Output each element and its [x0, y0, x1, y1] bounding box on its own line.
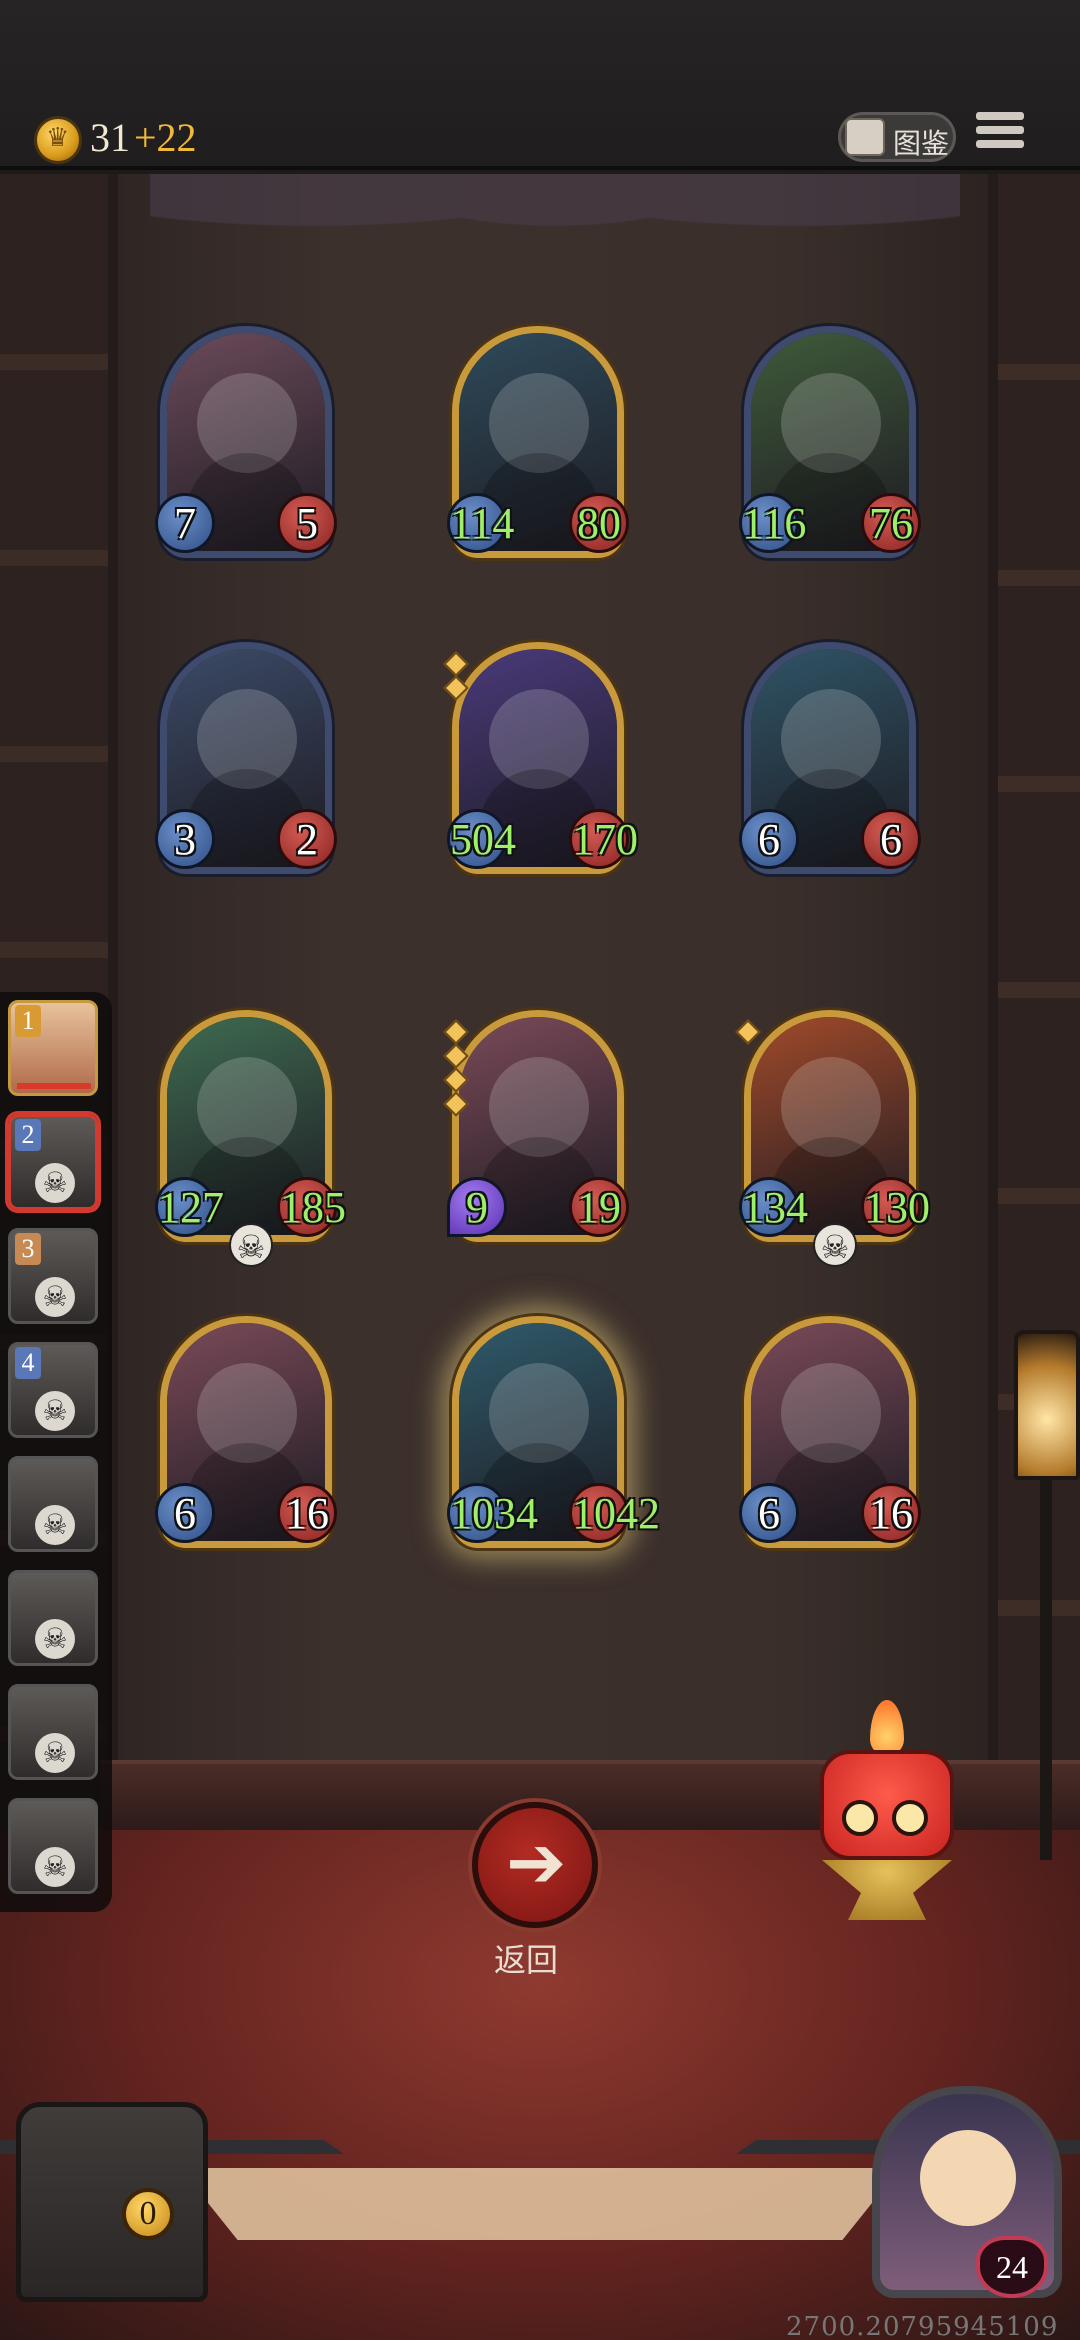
star-icon: [735, 1019, 761, 1045]
hamburger-menu-icon[interactable]: [976, 112, 1024, 160]
skull-icon: ☠: [813, 1223, 857, 1267]
health-stat: 80: [569, 493, 629, 553]
candle-eye-right: [892, 1800, 928, 1836]
attack-stat: 504: [447, 809, 516, 869]
skull-icon: ☠: [35, 1733, 75, 1773]
skull-icon: ☠: [35, 1847, 75, 1887]
arrow-left-icon: ➔: [506, 1820, 567, 1904]
minion-card[interactable]: 6 16: [739, 1316, 921, 1548]
attack-stat: 6: [739, 809, 799, 869]
minion-card[interactable]: 1034 1042: [447, 1316, 660, 1548]
attack-stat: 6: [739, 1483, 799, 1543]
attack-stat: 114: [447, 493, 514, 553]
attack-stat: 1034: [447, 1483, 538, 1543]
health-stat: 19: [569, 1177, 629, 1237]
skull-icon: ☠: [35, 1391, 75, 1431]
lantern: [1010, 1330, 1080, 1870]
history-opponent-item[interactable]: 2 ☠: [8, 1114, 98, 1210]
skull-icon: ☠: [35, 1619, 75, 1659]
lantern-pole: [1040, 1480, 1052, 1860]
gold-income: +22: [134, 115, 197, 160]
history-health-bar: [17, 1083, 91, 1089]
opponent-history-rail: 1 2 ☠ 3 ☠ 4 ☠ ☠ ☠ ☠ ☠: [0, 992, 112, 1912]
history-rank-number: 3: [15, 1233, 41, 1265]
health-stat: 1042: [569, 1483, 660, 1543]
health-stat: 16: [861, 1483, 921, 1543]
wardrobe-arches: [150, 174, 960, 294]
treasure-count: 0: [122, 2188, 174, 2240]
health-stat: 130: [861, 1177, 930, 1237]
star-icon: [443, 1067, 469, 1093]
star-icon: [443, 651, 469, 677]
minion-card[interactable]: 114 80: [447, 326, 629, 558]
history-opponent-item[interactable]: 4 ☠: [8, 1342, 98, 1438]
minion-card[interactable]: 66: [739, 642, 921, 874]
candle-body: [820, 1750, 954, 1860]
health-stat: 6: [861, 809, 921, 869]
attack-stat: 127: [155, 1177, 224, 1237]
minion-card[interactable]: 127 185 ☠: [155, 1010, 346, 1267]
skull-icon: ☠: [229, 1223, 273, 1267]
star-icon: [443, 675, 469, 701]
attack-stat: 7: [155, 493, 215, 553]
star-icon: [443, 1019, 469, 1045]
crown-coin-icon: [34, 116, 82, 164]
skull-icon: ☠: [35, 1277, 75, 1317]
flame: [870, 1700, 904, 1756]
skull-icon: ☠: [35, 1163, 75, 1203]
history-rank-number: 2: [15, 1119, 41, 1151]
history-opponent-item[interactable]: 3 ☠: [8, 1228, 98, 1324]
health-stat: 76: [861, 493, 921, 553]
history-opponent-item[interactable]: ☠: [8, 1798, 98, 1894]
candle-mascot[interactable]: [812, 1700, 962, 1920]
health-stat: 185: [277, 1177, 346, 1237]
history-opponent-item[interactable]: ☠: [8, 1456, 98, 1552]
attack-stat: 6: [155, 1483, 215, 1543]
codex-button[interactable]: 图鉴: [838, 112, 956, 162]
skull-icon: ☠: [35, 1505, 75, 1545]
return-button[interactable]: ➔: [472, 1802, 598, 1928]
star-icon: [443, 1091, 469, 1117]
attack-stat: 3: [155, 809, 215, 869]
history-opponent-item[interactable]: ☠: [8, 1570, 98, 1666]
health-stat: 170: [569, 809, 638, 869]
candle-holder: [822, 1860, 952, 1920]
history-opponent-item[interactable]: 1: [8, 1000, 98, 1096]
minion-card[interactable]: 134 130 ☠: [735, 1010, 930, 1267]
return-label: 返回: [494, 1941, 559, 1979]
star-rank: [735, 1019, 761, 1047]
history-rank-number: 4: [15, 1347, 41, 1379]
attack-stat: 134: [739, 1177, 808, 1237]
minion-card[interactable]: 6 16: [155, 1316, 337, 1548]
attack-stat: 116: [739, 493, 806, 553]
history-opponent-item[interactable]: ☠: [8, 1684, 98, 1780]
lantern-head: [1014, 1330, 1080, 1480]
health-stat: 16: [277, 1483, 337, 1543]
treasure-chest-icon[interactable]: [16, 2102, 208, 2302]
codex-label: 图鉴: [893, 127, 950, 160]
star-icon: [443, 1043, 469, 1069]
history-rank-number: 1: [15, 1005, 41, 1037]
top-bar: 31 +22 图鉴: [0, 0, 1080, 170]
minion-card[interactable]: 9 19: [443, 1010, 629, 1242]
star-rank: [443, 651, 469, 703]
minion-card[interactable]: 75: [155, 326, 337, 558]
hero-health: 24: [976, 2236, 1048, 2298]
minion-card[interactable]: 504 170: [443, 642, 638, 874]
minion-card[interactable]: 32: [155, 642, 337, 874]
health-stat: 5: [277, 493, 337, 553]
attack-stat: 9: [447, 1177, 507, 1237]
star-rank: [443, 1019, 469, 1119]
gold-amount: 31: [90, 115, 130, 160]
minion-card[interactable]: 116 76: [739, 326, 921, 558]
candle-eye-left: [842, 1800, 878, 1836]
book-icon: [845, 118, 885, 156]
health-stat: 2: [277, 809, 337, 869]
build-code: 2700.20795945109: [786, 2312, 1059, 2340]
